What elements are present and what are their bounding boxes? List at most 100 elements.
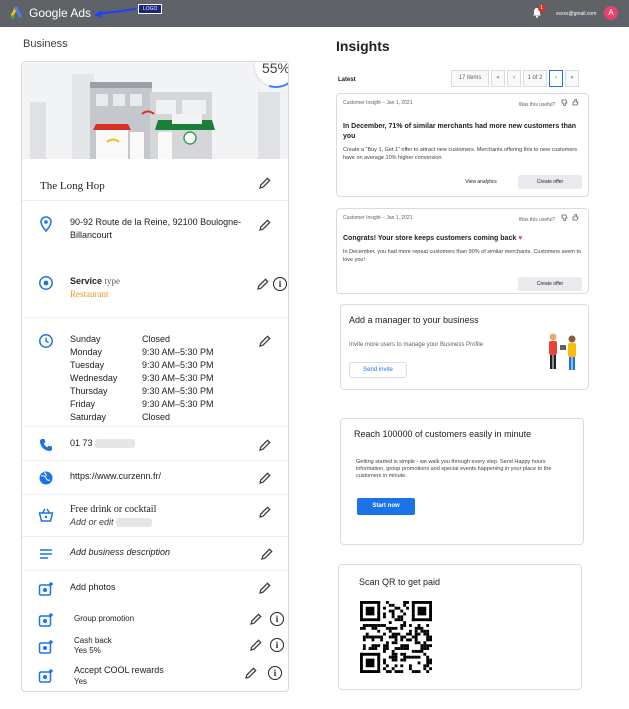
hours-entry: Wednesday 9:30 AM–5:30 PM <box>70 372 240 385</box>
divider <box>22 536 288 537</box>
hours-time: Closed <box>142 334 171 344</box>
service-info-icon[interactable]: i <box>273 277 287 291</box>
pager-prev-button[interactable]: ‹ <box>507 70 521 87</box>
insight-card: Customer Insight – Jan 1, 2021 Was this … <box>336 208 589 294</box>
insights-pager: 17 items « ‹ 1 of 2 › » <box>451 70 579 87</box>
qr-code-image <box>360 601 432 673</box>
insight-body: Create a “Buy 1, Get 1” offer to attract… <box>343 147 577 161</box>
edit-description-pencil-icon[interactable] <box>260 547 274 561</box>
offer-text: Free drink or cocktail Add or edit <box>70 504 157 528</box>
hours-day: Sunday <box>70 334 101 344</box>
edit-phone-pencil-icon[interactable] <box>258 438 272 452</box>
hours-entry: Tuesday 9:30 AM–5:30 PM <box>70 359 240 372</box>
hours-day: Saturday <box>70 412 107 422</box>
rewards-text: Accept COOL rewards Yes <box>74 665 164 686</box>
business-name: The Long Hop <box>40 180 105 192</box>
avatar[interactable]: A <box>604 6 618 20</box>
divider <box>22 570 288 571</box>
hours-time: 9:30 AM–5:30 PM <box>142 399 214 409</box>
business-section-title: Business <box>23 38 68 50</box>
google-ads-logo[interactable]: Google Ads <box>11 6 91 20</box>
add-photo-icon <box>38 613 53 627</box>
storefront-image <box>22 62 288 159</box>
hours-time: 9:30 AM–5:30 PM <box>142 386 214 396</box>
account-email[interactable]: xxxxx@gmail.com <box>556 11 596 17</box>
app-name: Google Ads <box>29 6 92 20</box>
pager-next-button[interactable]: › <box>549 70 563 87</box>
start-now-button[interactable]: Start now <box>357 498 415 515</box>
thumbs-up-icon[interactable] <box>572 99 580 106</box>
business-description-placeholder[interactable]: Add business description <box>70 546 170 559</box>
add-manager-text: Invite more users to manage your Busines… <box>349 342 484 348</box>
edit-address-pencil-icon[interactable] <box>258 218 272 232</box>
create-offer-button[interactable]: Create offer <box>518 277 582 291</box>
google-ads-icon <box>11 6 22 19</box>
shopping-basket-icon <box>38 508 54 522</box>
edit-photos-pencil-icon[interactable] <box>258 581 272 595</box>
hours-time: 9:30 AM–5:30 PM <box>142 347 214 357</box>
add-photos-link[interactable]: Add photos <box>70 581 116 594</box>
storefront-illustration <box>22 62 288 159</box>
insight-meta: Customer Insight – Jan 1, 2021 <box>343 215 413 221</box>
add-photo-icon <box>38 582 53 596</box>
view-analytics-button[interactable]: View analytics <box>455 175 507 189</box>
text-lines-icon <box>40 549 52 559</box>
insights-title: Insights <box>336 38 390 54</box>
hours-time: 9:30 AM–5:30 PM <box>142 373 214 383</box>
divider <box>22 317 288 318</box>
qr-title: Scan QR to get paid <box>359 577 441 587</box>
address-text: 90-92 Route de la Reine, 92100 Boulogne-… <box>70 217 242 240</box>
insight-headline: Congrats! Your store keeps customers com… <box>343 235 523 242</box>
pager-last-button[interactable]: » <box>565 70 579 87</box>
hours-entry: Sunday Closed <box>70 333 240 346</box>
place-category-icon <box>39 276 53 290</box>
thumbs-down-icon[interactable] <box>561 214 569 221</box>
edit-rewards-pencil-icon[interactable] <box>244 666 258 680</box>
hours-entry: Friday 9:30 AM–5:30 PM <box>70 398 240 411</box>
reach-title: Reach 100000 of customers easily in minu… <box>354 429 532 439</box>
cash-back-text: Cash back Yes 5% <box>74 636 112 655</box>
divider <box>22 426 288 427</box>
hours-time: 9:30 AM–5:30 PM <box>142 360 214 370</box>
insight-feedback: Was this useful? <box>519 99 580 108</box>
cash-back-info-icon[interactable]: i <box>270 638 284 652</box>
globe-icon <box>39 471 53 485</box>
annotation-arrow-icon <box>94 8 137 18</box>
phone-number[interactable]: 01 73 <box>70 437 136 450</box>
pager-item-count: 17 items <box>451 70 489 87</box>
insight-card: Customer Insight – Jan 1, 2021 Was this … <box>336 93 589 197</box>
edit-group-promotion-pencil-icon[interactable] <box>249 612 263 626</box>
hours-day: Friday <box>70 399 96 409</box>
latest-label: Latest <box>338 77 356 83</box>
edit-name-pencil-icon[interactable] <box>258 176 272 190</box>
edit-service-pencil-icon[interactable] <box>256 277 270 291</box>
hours-time: Closed <box>142 412 171 422</box>
create-offer-button[interactable]: Create offer <box>518 175 582 189</box>
insight-headline: In December, 71% of similar merchants ha… <box>343 123 577 140</box>
qr-payment-card: Scan QR to get paid <box>338 564 582 690</box>
reach-customers-card: Reach 100000 of customers easily in minu… <box>340 418 584 545</box>
hours-day: Wednesday <box>70 373 118 383</box>
hours-entry: Monday 9:30 AM–5:30 PM <box>70 346 240 359</box>
thumbs-down-icon[interactable] <box>561 99 569 106</box>
edit-offer-pencil-icon[interactable] <box>258 505 272 519</box>
thumbs-up-icon[interactable] <box>572 214 580 221</box>
hours-day: Tuesday <box>70 360 105 370</box>
hours-entry: Saturday Closed <box>70 411 240 424</box>
add-manager-card: Add a manager to your business Invite mo… <box>340 304 589 390</box>
clock-icon <box>39 334 53 348</box>
send-invite-button[interactable]: Send invite <box>349 362 407 378</box>
business-profile-card: 55% The Long Hop 90-92 Route de la Reine… <box>21 61 289 692</box>
group-promotion-info-icon[interactable]: i <box>270 612 284 626</box>
completion-percentage: 55% <box>261 61 289 76</box>
edit-hours-pencil-icon[interactable] <box>258 334 272 348</box>
rewards-info-icon[interactable]: i <box>268 666 282 680</box>
website-url[interactable]: https://www.curzenn.fr/ <box>70 470 161 483</box>
pager-page-indicator: 1 of 2 <box>523 70 547 87</box>
team-illustration <box>549 333 576 370</box>
hours-entry: Thursday 9:30 AM–5:30 PM <box>70 385 240 398</box>
edit-cash-back-pencil-icon[interactable] <box>249 638 263 652</box>
divider <box>22 494 288 495</box>
edit-website-pencil-icon[interactable] <box>258 471 272 485</box>
pager-first-button[interactable]: « <box>491 70 505 87</box>
